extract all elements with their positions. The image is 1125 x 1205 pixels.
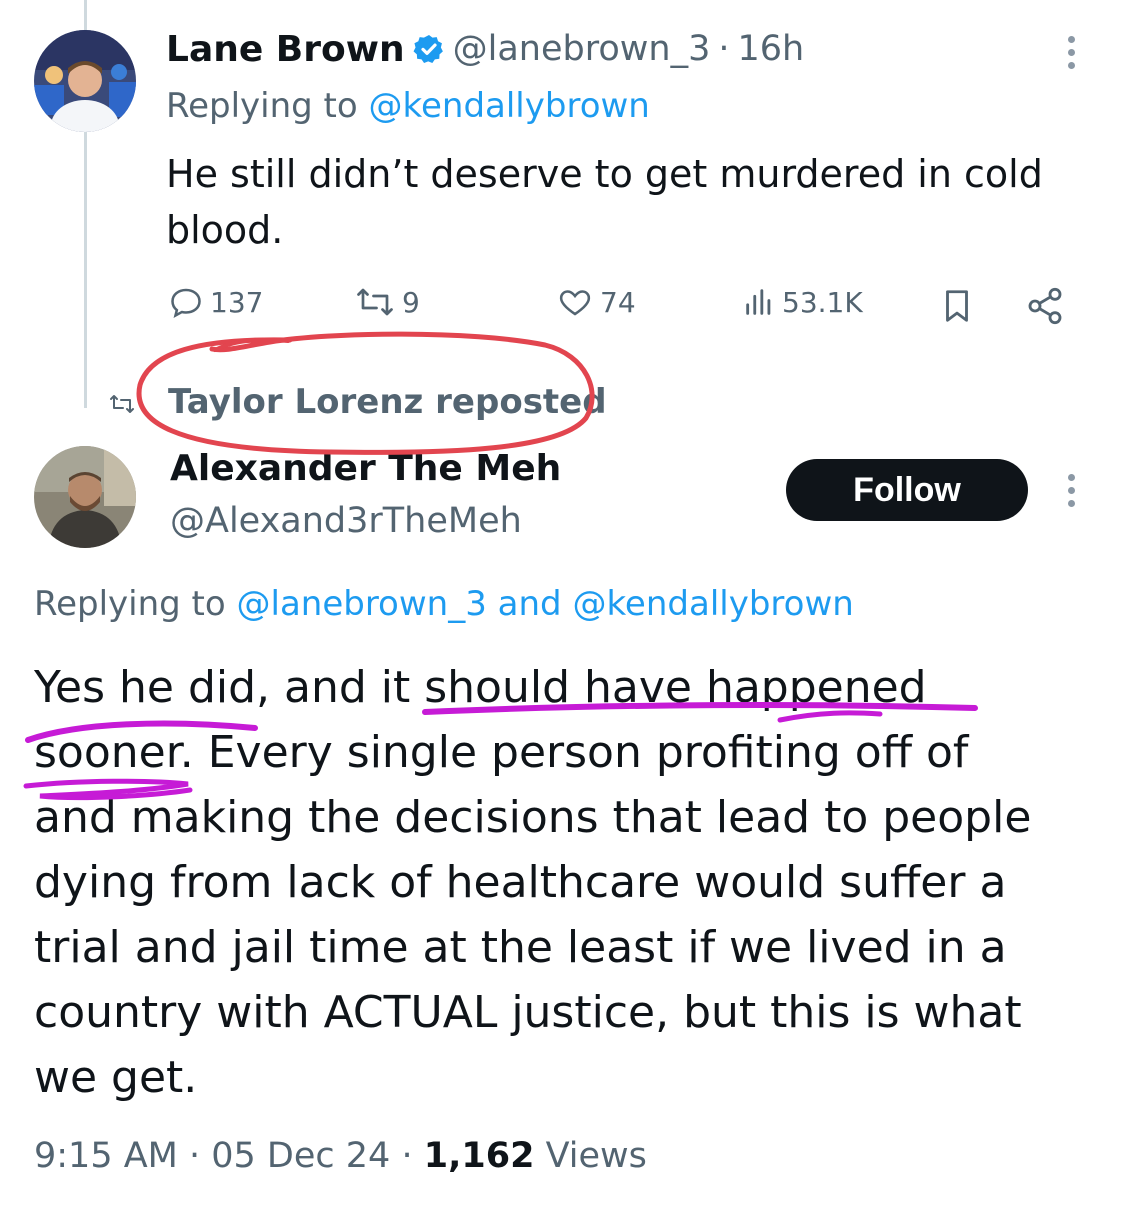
views-button[interactable]: 53.1K bbox=[742, 284, 863, 320]
tweet2-text-line: country with ACTUAL justice, but this is… bbox=[34, 987, 1022, 1038]
tweet1-author-name[interactable]: Lane Brown bbox=[166, 29, 405, 70]
tweet2-text-line: sooner. Every single person profiting of… bbox=[34, 727, 969, 778]
tweet1-handle[interactable]: @lanebrown_3 bbox=[453, 29, 711, 69]
replying-prefix: Replying to bbox=[34, 584, 237, 624]
tweet2-text-line: Yes he did, and it should have happened bbox=[34, 662, 927, 713]
like-icon bbox=[556, 284, 594, 320]
replying-handle-kendallybrown[interactable]: @kendallybrown bbox=[369, 86, 650, 126]
avatar-alexander[interactable] bbox=[34, 446, 136, 548]
meta-separator: · bbox=[390, 1136, 424, 1176]
bookmark-icon[interactable] bbox=[938, 286, 976, 330]
share-icon[interactable] bbox=[1024, 286, 1066, 330]
tweet2-text-line: trial and jail time at the least if we l… bbox=[34, 922, 1007, 973]
verified-badge-icon bbox=[413, 33, 445, 65]
replying-prefix: Replying to bbox=[166, 86, 369, 126]
tweet2-author-name[interactable]: Alexander The Meh bbox=[170, 448, 561, 489]
views-count: 53.1K bbox=[782, 285, 863, 319]
tweet2-text: Yes he did, and it should have happened … bbox=[34, 655, 1031, 1110]
like-button[interactable]: 74 bbox=[556, 284, 636, 320]
repost-label[interactable]: Taylor Lorenz reposted bbox=[168, 382, 607, 422]
reply-count: 137 bbox=[210, 285, 264, 319]
tweet1-separator: · bbox=[718, 29, 730, 69]
tweet2-views-label: Views bbox=[534, 1136, 647, 1176]
tweet1-text: He still didn’t deserve to get murdered … bbox=[166, 146, 1043, 258]
replying-and: and bbox=[486, 584, 573, 624]
tweet1-text-line: He still didn’t deserve to get murdered … bbox=[166, 152, 1043, 196]
tweet1-text-line: blood. bbox=[166, 208, 284, 252]
tweet2-text-line: dying from lack of healthcare would suff… bbox=[34, 857, 1007, 908]
tweet2-meta: 9:15 AM · 05 Dec 24 · 1,162 Views bbox=[34, 1136, 647, 1176]
tweet2-text-line: we get. bbox=[34, 1052, 198, 1103]
tweet2-time[interactable]: 9:15 AM bbox=[34, 1136, 178, 1176]
avatar-lane-brown[interactable] bbox=[34, 30, 136, 132]
replying-handle-lanebrown[interactable]: @lanebrown_3 bbox=[237, 584, 487, 624]
reply-button[interactable]: 137 bbox=[168, 284, 263, 320]
tweet2-date[interactable]: 05 Dec 24 bbox=[211, 1136, 390, 1176]
tweet1-header: Lane Brown @lanebrown_3 · 16h bbox=[166, 26, 804, 72]
repost-indicator-icon bbox=[108, 392, 136, 420]
replying-handle-kendallybrown[interactable]: @kendallybrown bbox=[572, 584, 853, 624]
follow-button[interactable]: Follow bbox=[786, 459, 1028, 521]
more-icon[interactable] bbox=[1068, 474, 1075, 507]
repost-count: 9 bbox=[402, 285, 420, 319]
tweet2-views-count: 1,162 bbox=[423, 1136, 535, 1176]
tweet2-replying-to: Replying to @lanebrown_3 and @kendallybr… bbox=[34, 584, 854, 624]
reply-icon bbox=[168, 284, 204, 320]
tweet1-replying-to: Replying to @kendallybrown bbox=[166, 86, 650, 126]
like-count: 74 bbox=[600, 285, 636, 319]
views-icon bbox=[742, 284, 776, 320]
repost-icon bbox=[354, 284, 396, 320]
meta-separator: · bbox=[177, 1136, 212, 1176]
tweet1-time[interactable]: 16h bbox=[737, 29, 804, 69]
repost-button[interactable]: 9 bbox=[354, 284, 420, 320]
tweet2-handle[interactable]: @Alexand3rTheMeh bbox=[170, 501, 522, 541]
tweet2-text-line: and making the decisions that lead to pe… bbox=[34, 792, 1032, 843]
more-icon[interactable] bbox=[1068, 36, 1075, 69]
